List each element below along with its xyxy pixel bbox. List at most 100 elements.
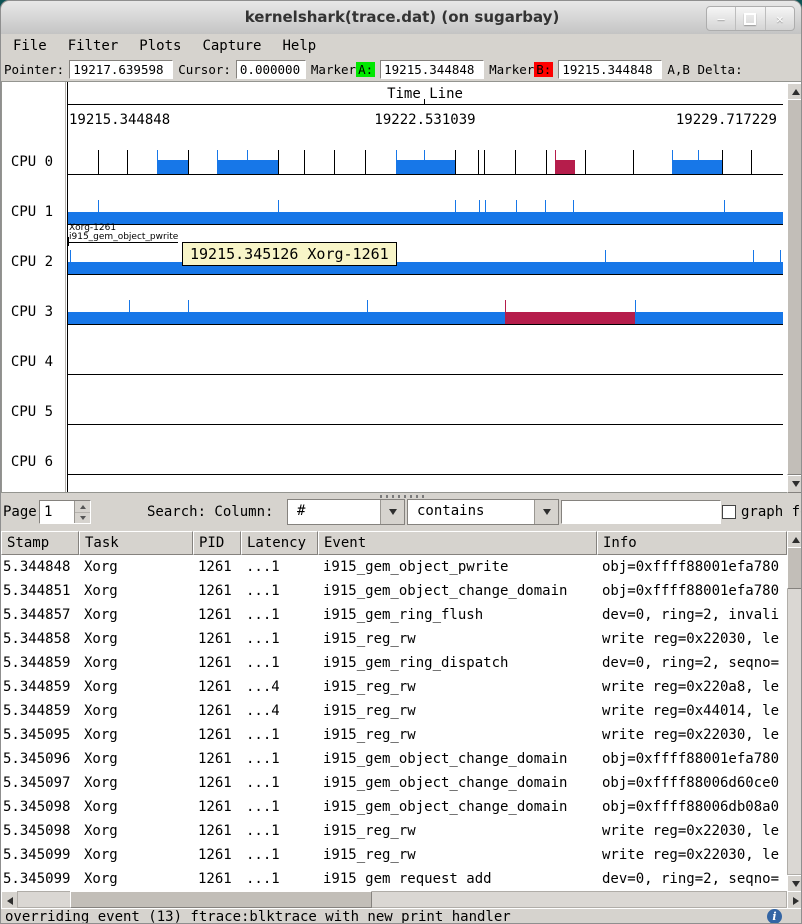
task-bar <box>505 312 635 324</box>
cpu-baseline <box>68 324 783 325</box>
pointer-value: 19217.639598 <box>69 60 173 79</box>
event-table-header: Stamp Task PID Latency Event Info <box>1 531 787 555</box>
minimize-button[interactable]: – <box>707 7 735 30</box>
graph-vertical-scrollbar[interactable] <box>787 82 802 492</box>
event-tick <box>455 200 456 212</box>
table-cell: write reg=0x22030, le <box>597 843 787 867</box>
table-cell: ...1 <box>241 579 318 603</box>
cpu-baseline <box>68 424 783 425</box>
marker-a-label: MarkerA: <box>311 62 375 77</box>
table-cell: Xorg <box>79 675 193 699</box>
arrow-down-icon <box>792 481 800 487</box>
table-vertical-scrollbar[interactable] <box>787 531 802 891</box>
table-cell: 1261 <box>193 675 241 699</box>
pointer-label: Pointer: <box>4 62 64 77</box>
table-cell: 1261 <box>193 771 241 795</box>
table-cell: 5.345098 <box>1 819 79 843</box>
table-row[interactable]: 5.345096Xorg1261...1i915_gem_object_chan… <box>1 747 787 771</box>
graph-follows-checkbox[interactable] <box>722 505 736 519</box>
table-cell: Xorg <box>79 627 193 651</box>
pane-splitter-handle[interactable] <box>380 495 424 498</box>
menu-file[interactable]: File <box>13 38 47 54</box>
table-cell: Xorg <box>79 723 193 747</box>
scrollbar-thumb[interactable] <box>787 99 802 475</box>
table-row[interactable]: 5.344859Xorg1261...4i915_reg_rwwrite reg… <box>1 675 787 699</box>
cpu-baseline <box>68 474 783 475</box>
table-cell: i915_gem_ring_flush <box>318 603 597 627</box>
scrollbar-trough[interactable] <box>787 547 802 875</box>
table-row[interactable]: 5.344858Xorg1261...1i915_reg_rwwrite reg… <box>1 627 787 651</box>
table-row[interactable]: 5.344848Xorg1261...1i915_gem_object_pwri… <box>1 555 787 579</box>
table-row[interactable]: 5.345099Xorg1261...1i915_gem_request_add… <box>1 867 787 886</box>
event-tick <box>505 300 506 312</box>
scrollbar-thumb[interactable] <box>787 547 802 589</box>
task-bar <box>157 160 188 174</box>
event-tick <box>127 150 128 174</box>
table-cell: 1261 <box>193 555 241 579</box>
cursor-label: Cursor: <box>178 62 231 77</box>
table-cell: 5.344857 <box>1 603 79 627</box>
table-row[interactable]: 5.344857Xorg1261...1i915_gem_ring_flushd… <box>1 603 787 627</box>
event-tick <box>479 200 480 212</box>
table-row[interactable]: 5.344859Xorg1261...4i915_reg_rwwrite reg… <box>1 699 787 723</box>
page-input[interactable] <box>41 502 77 522</box>
table-cell: 1261 <box>193 723 241 747</box>
close-button[interactable]: ✕ <box>765 7 794 30</box>
timeline-plot[interactable] <box>67 82 784 492</box>
event-tick <box>751 150 752 174</box>
table-cell: i915_reg_rw <box>318 819 597 843</box>
search-input[interactable] <box>561 500 721 524</box>
operator-dropdown[interactable]: contains <box>407 499 559 525</box>
table-horizontal-scrollbar[interactable] <box>1 891 802 908</box>
cpu-label-column: CPU 0CPU 1CPU 2CPU 3CPU 4CPU 5CPU 6 <box>2 82 66 492</box>
table-row[interactable]: 5.345098Xorg1261...1i915_reg_rwwrite reg… <box>1 819 787 843</box>
event-tick <box>188 300 189 312</box>
plot-event-annotation: i915_gem_object_pwrite <box>69 232 178 243</box>
table-cell: ...1 <box>241 603 318 627</box>
column-dropdown[interactable]: # <box>287 499 405 525</box>
table-cell: ...1 <box>241 819 318 843</box>
dropdown-arrow[interactable] <box>380 500 404 524</box>
scroll-down-button[interactable] <box>787 475 802 493</box>
task-bar <box>555 160 575 174</box>
event-tick <box>605 250 606 262</box>
cpu-label: CPU 4 <box>2 354 62 370</box>
table-cell: ...1 <box>241 843 318 867</box>
table-cell: obj=0xffff88001efa780 <box>597 747 787 771</box>
table-cell: 1261 <box>193 603 241 627</box>
table-row[interactable]: 5.344859Xorg1261...1i915_gem_ring_dispat… <box>1 651 787 675</box>
table-cell: Xorg <box>79 795 193 819</box>
scrollbar-thumb[interactable] <box>70 891 372 908</box>
table-cell: write reg=0x22030, le <box>597 627 787 651</box>
event-tick <box>304 150 305 174</box>
spin-down-button[interactable] <box>75 512 90 523</box>
table-row[interactable]: 5.345098Xorg1261...1i915_gem_object_chan… <box>1 795 787 819</box>
annotation-marker <box>68 237 69 246</box>
menu-help[interactable]: Help <box>282 38 316 54</box>
event-tick <box>334 150 335 174</box>
menu-capture[interactable]: Capture <box>202 38 261 54</box>
table-row[interactable]: 5.345097Xorg1261...1i915_gem_object_chan… <box>1 771 787 795</box>
table-cell: ...4 <box>241 675 318 699</box>
table-cell: Xorg <box>79 651 193 675</box>
table-cell: i915_gem_object_change_domain <box>318 795 597 819</box>
task-bar <box>68 262 783 274</box>
cpu-baseline <box>68 374 783 375</box>
maximize-icon <box>744 13 756 25</box>
titlebar[interactable]: kernelshark(trace.dat) (on sugarbay) – ✕ <box>1 1 802 35</box>
table-cell: ...1 <box>241 747 318 771</box>
menu-plots[interactable]: Plots <box>139 38 181 54</box>
table-cell: 5.345099 <box>1 867 79 886</box>
task-bar <box>635 312 783 324</box>
page-spinbox[interactable] <box>39 500 91 524</box>
table-row[interactable]: 5.344851Xorg1261...1i915_gem_object_chan… <box>1 579 787 603</box>
maximize-button[interactable] <box>735 7 764 30</box>
menu-filter[interactable]: Filter <box>68 38 119 54</box>
table-cell: dev=0, ring=2, seqno= <box>597 651 787 675</box>
event-tick <box>633 150 634 174</box>
event-tick <box>672 150 673 174</box>
dropdown-arrow[interactable] <box>534 500 558 524</box>
table-row[interactable]: 5.345095Xorg1261...1i915_reg_rwwrite reg… <box>1 723 787 747</box>
table-row[interactable]: 5.345099Xorg1261...1i915_reg_rwwrite reg… <box>1 843 787 867</box>
event-tick <box>484 150 485 174</box>
